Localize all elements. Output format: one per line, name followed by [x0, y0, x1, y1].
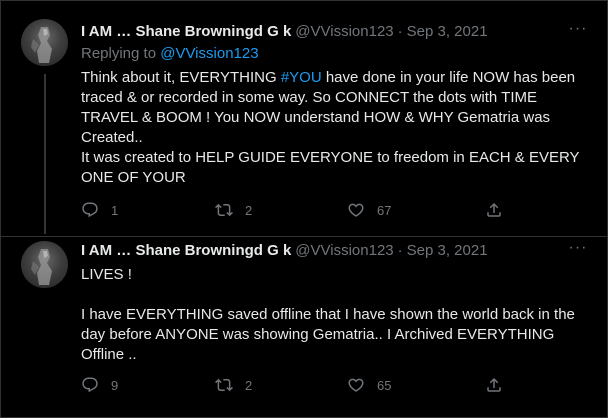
reply-icon: [82, 377, 98, 393]
share-icon: [487, 377, 501, 392]
reply-button[interactable]: 9: [81, 375, 118, 395]
tweet-text: Think about it, EVERYTHING #YOU have don…: [81, 68, 588, 188]
reply-button[interactable]: 1: [81, 200, 118, 220]
avatar[interactable]: [21, 19, 68, 66]
like-icon: [348, 203, 364, 217]
share-button[interactable]: [485, 200, 503, 220]
hashtag-link[interactable]: #YOU: [281, 69, 322, 86]
retweet-icon: [215, 203, 233, 217]
tweet-text-part: have done in your life NOW has been trac…: [81, 69, 580, 186]
like-count: 65: [377, 377, 392, 393]
retweet-button[interactable]: 2: [215, 375, 252, 395]
author-name[interactable]: I AM … Shane Browningd G k: [81, 22, 291, 42]
retweet-button[interactable]: 2: [215, 200, 252, 220]
avatar-figure-icon: [31, 249, 52, 285]
tweet-text-part: Think about it, EVERYTHING: [81, 69, 281, 86]
retweet-count: 2: [245, 202, 253, 218]
separator-dot: ·: [397, 242, 403, 259]
tweet-date[interactable]: Sep 3, 2021: [407, 22, 488, 42]
more-icon[interactable]: ···: [568, 21, 588, 42]
avatar[interactable]: [21, 241, 68, 288]
tweet[interactable]: I AM … Shane Browningd G k @VVission123 …: [0, 236, 608, 418]
tweet-header: I AM … Shane Browningd G k @VVission123 …: [81, 241, 588, 261]
author-handle[interactable]: @VVission123: [295, 241, 393, 261]
replying-mention[interactable]: @VVission123: [160, 45, 258, 62]
replying-to: Replying to @VVission123: [81, 44, 588, 64]
tweet[interactable]: I AM … Shane Browningd G k @VVission123 …: [0, 0, 608, 236]
share-button[interactable]: [485, 375, 503, 395]
share-icon: [487, 202, 501, 217]
thread-line: [44, 74, 46, 234]
separator-dot: ·: [397, 23, 403, 40]
tweet-content: I AM … Shane Browningd G k @VVission123 …: [81, 21, 588, 188]
tweet-actions: 9 2 65: [81, 375, 511, 395]
like-button[interactable]: 67: [347, 200, 391, 220]
like-button[interactable]: 65: [347, 375, 391, 395]
retweet-count: 2: [245, 377, 253, 393]
author-name[interactable]: I AM … Shane Browningd G k: [81, 241, 291, 261]
avatar-figure-icon: [31, 27, 52, 63]
like-count: 67: [377, 202, 392, 218]
reply-icon: [82, 202, 98, 218]
tweet-date[interactable]: Sep 3, 2021: [407, 241, 488, 261]
retweet-icon: [215, 378, 233, 392]
replying-prefix: Replying to: [81, 45, 161, 62]
reply-count: 9: [111, 377, 119, 393]
tweet-actions: 1 2 67: [81, 200, 511, 220]
more-icon[interactable]: ···: [568, 240, 588, 261]
like-icon: [348, 378, 364, 392]
tweet-content: I AM … Shane Browningd G k @VVission123 …: [81, 240, 588, 365]
tweet-text: LIVES ! I have EVERYTHING saved offline …: [81, 266, 575, 363]
author-handle[interactable]: @VVission123: [295, 22, 393, 42]
tweet-header: I AM … Shane Browningd G k @VVission123 …: [81, 22, 588, 42]
reply-count: 1: [111, 202, 119, 218]
